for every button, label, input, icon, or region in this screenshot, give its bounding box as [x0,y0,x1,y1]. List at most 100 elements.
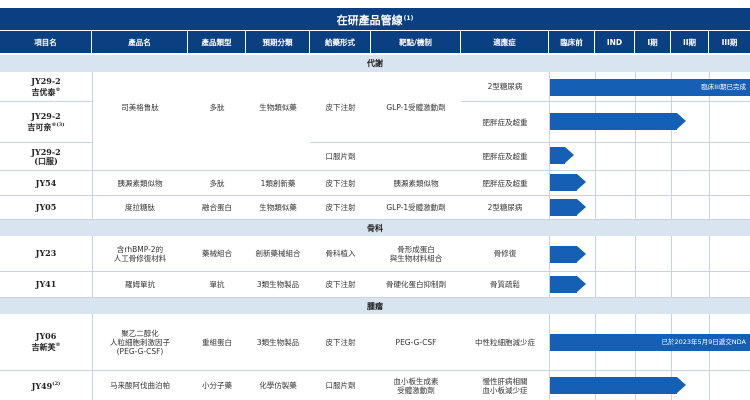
section-metabolic-label: 代謝 [367,59,383,68]
row7-route: 皮下注射 [325,280,356,289]
row4-type: 多肽 [209,178,225,188]
col-divider [635,236,636,298]
progress-bar-r5 [550,199,577,216]
row2-project: JY29-2 吉可亲®(3) [0,102,92,142]
progress-label-r8: 已於2023年5月9日遞交NDA [661,338,746,346]
row7-product: 羅姆單抗 [125,280,155,289]
row-divider [0,297,750,298]
row8-indication: 中性粒細胞減少症 [475,337,535,347]
row8-project-code: JY06 [35,331,57,341]
row7-type: 單抗 [209,280,225,289]
row9-target: 血小板生成素 受體激動劑 [393,376,439,395]
row6-project: JY23 [35,248,57,258]
col-divider [671,236,672,298]
row1-2-product: 司美格鲁肽 [121,102,159,112]
row5-project: JY05 [35,202,57,212]
row4-category: 1類創新藥 [260,178,296,188]
row6-product: 含rhBMP-2的 人工骨修復材料 [113,244,167,263]
row7-project: JY41 [35,279,57,289]
section-orthopedics: 骨科 [0,220,750,236]
row1-2-route: 皮下注射 [325,102,356,112]
pipeline-title: 在研產品管線(1) [0,8,750,30]
row5-route: 皮下注射 [325,203,356,212]
section-metabolic: 代謝 [0,55,750,72]
row9-route: 口服片劑 [325,381,356,390]
pipeline-title-text: 在研產品管線 [336,14,403,27]
section-oncology: 腫瘤 [0,298,750,314]
row6-category: 創新藥械組合 [255,249,301,258]
row6-target: 骨形成蛋白 與生物材料組合 [389,244,443,263]
col-divider [595,236,596,298]
progress-bar-r2 [550,113,677,130]
row5-indication: 2型糖尿病 [487,203,523,212]
progress-arrow-r6 [577,246,586,262]
row8-project-brand: 吉新芙 [31,342,56,352]
header-phase2: II期 [671,31,709,53]
row-divider [0,219,750,220]
row1-2-type: 多肽 [209,102,225,112]
row6-route: 骨科植入 [325,249,356,258]
progress-arrow-r5 [577,199,586,215]
row3-indication: 肥胖症及超重 [482,152,528,161]
col-divider [709,236,710,298]
row8-route: 皮下注射 [325,337,356,347]
pipeline-title-note: (1) [403,15,414,22]
row1-project-brand: 吉优泰 [31,86,56,97]
header-phase3: III期 [709,31,750,53]
header-phase1: I期 [635,31,671,53]
row8-product: 聚乙二醇化 人粒細胞刺激因子 (PEG-G-CSF) [110,328,170,356]
header-route: 給藥形式 [310,31,371,53]
progress-arrow-r2 [677,113,686,129]
header-project: 項目名 [0,31,92,53]
header-preclinical: 臨床前 [549,31,595,53]
row5-target: GLP-1受體激動劑 [386,203,446,212]
progress-bar-r7 [550,276,577,293]
row5-type: 融合蛋白 [202,203,232,212]
progress-arrow-r4 [577,174,586,190]
row9-product: 马来酸阿伐曲泊帕 [110,381,170,390]
row6-indication: 骨修復 [493,249,517,258]
row8-category: 3類生物製品 [256,337,300,347]
progress-label-r1: 臨床III期已完成 [701,83,746,91]
row8-project-mark: ® [55,342,61,348]
header-category: 預期分類 [246,31,310,53]
header-type: 產品類型 [188,31,246,53]
row7-category: 3類生物製品 [256,280,300,289]
row3-project: JY29-2 (口服) [0,143,92,170]
row3-route: 口服片劑 [325,152,356,161]
progress-arrow-r9 [677,377,686,393]
header-indication: 適應症 [461,31,549,53]
row4-product: 胰澱素類似物 [117,178,163,188]
row8-target: PEG-G-CSF [395,337,437,347]
row8-type: 重組蛋白 [202,337,232,347]
row2-project-mark: ®(3) [51,122,65,128]
row4-project: JY54 [35,177,57,188]
row4-indication: 肥胖症及超重 [482,178,528,188]
row3-project-form: (口服) [34,155,58,166]
col-divider [709,314,710,400]
row7-target: 骨硬化蛋白抑制劑 [386,280,446,289]
row2-project-code: JY29-2 [31,111,61,121]
row4-route: 皮下注射 [325,178,356,188]
row1-indication: 2型糖尿病 [487,82,523,91]
row5-product: 度拉糖肽 [125,203,155,212]
row1-2-category: 生物類似藥 [259,102,297,112]
row6-type: 藥械組合 [202,249,232,258]
row2-project-brand: 吉可亲 [27,122,52,132]
row7-indication: 骨質疏鬆 [490,280,520,289]
header-target: 靶點/機制 [371,31,461,53]
header-product: 產品名 [92,31,188,53]
header-ind: IND [595,31,635,53]
row9-indication: 慢性肝病相關 血小板減少症 [482,376,528,395]
row4-target: 胰澱素類似物 [393,178,439,188]
section-oncology-label: 腫瘤 [367,302,383,311]
section-orthopedics-label: 骨科 [367,224,383,233]
row9-category: 化學仿製藥 [259,381,297,390]
row9-type: 小分子藥 [202,381,232,390]
progress-arrow-r7 [577,276,586,292]
progress-bar-r9 [550,377,677,394]
row9-project-mark: (2) [52,381,61,387]
row1-2-target: GLP-1受體激動劑 [386,102,446,112]
progress-arrow-r3 [565,147,574,163]
row1-project: JY29-2 吉优泰® [0,72,92,101]
